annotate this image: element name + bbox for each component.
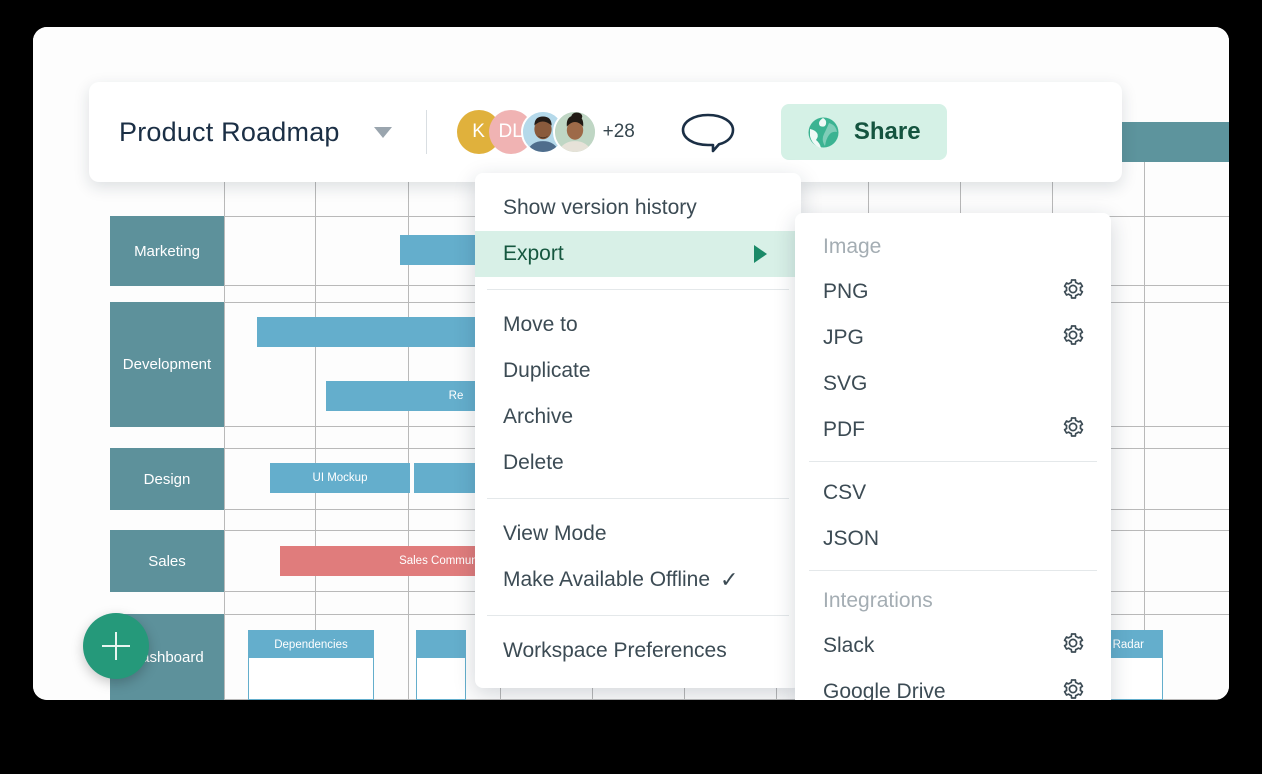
menu-separator bbox=[487, 289, 789, 290]
menu-item-export[interactable]: Export bbox=[475, 231, 801, 277]
menu-item-make-available-offline[interactable]: Make Available Offline ✓ bbox=[475, 557, 801, 603]
gantt-row-label[interactable]: Sales bbox=[110, 530, 224, 592]
comment-button[interactable] bbox=[679, 111, 737, 153]
gear-icon[interactable] bbox=[1061, 631, 1085, 655]
gear-icon[interactable] bbox=[1061, 323, 1085, 347]
menu-item-label: Make Available Offline bbox=[503, 568, 711, 591]
avatar-initials: K bbox=[472, 121, 485, 142]
menu-item-delete[interactable]: Delete bbox=[475, 440, 801, 486]
submenu-item-json[interactable]: JSON bbox=[795, 516, 1111, 562]
submenu-separator bbox=[809, 461, 1097, 462]
menu-item-label: Delete bbox=[503, 451, 564, 474]
gear-icon[interactable] bbox=[1061, 677, 1085, 700]
plus-icon-vertical bbox=[114, 632, 118, 660]
settings-gear-button[interactable] bbox=[1061, 277, 1085, 307]
avatar-initials: DL bbox=[498, 121, 523, 142]
gantt-task-card-title bbox=[417, 631, 465, 658]
caret-right-icon bbox=[754, 245, 767, 263]
submenu-separator bbox=[809, 570, 1097, 571]
gantt-task-bar[interactable]: UI Mockup bbox=[270, 463, 410, 493]
person-photo-icon bbox=[554, 112, 595, 152]
share-button-label: Share bbox=[853, 118, 921, 145]
submenu-item-pdf[interactable]: PDF bbox=[795, 407, 1111, 453]
submenu-item-label: JPG bbox=[823, 326, 864, 349]
menu-item-label: Workspace Preferences bbox=[503, 639, 727, 662]
menu-item-archive[interactable]: Archive bbox=[475, 394, 801, 440]
speech-bubble-icon bbox=[681, 113, 735, 153]
submenu-item-csv[interactable]: CSV bbox=[795, 470, 1111, 516]
menu-item-show-version-history[interactable]: Show version history bbox=[475, 185, 801, 231]
add-item-fab-button[interactable] bbox=[83, 613, 149, 679]
gear-icon[interactable] bbox=[1061, 277, 1085, 301]
app-window: Marketing Development Design Sales Dashboard… bbox=[33, 27, 1229, 700]
export-submenu: Image PNG JPG SVG PDF CSV JSON Integrations Slac… bbox=[795, 213, 1111, 700]
menu-separator bbox=[487, 498, 789, 499]
gantt-row-label[interactable]: Design bbox=[110, 448, 224, 510]
submenu-group-label: Integrations bbox=[823, 589, 933, 612]
document-context-menu: Show version history Export Move to Duplica… bbox=[475, 173, 801, 688]
menu-item-label: Archive bbox=[503, 405, 574, 428]
submenu-item-label: SVG bbox=[823, 372, 868, 395]
submenu-item-png[interactable]: PNG bbox=[795, 269, 1111, 315]
gantt-task-card[interactable] bbox=[416, 630, 466, 700]
submenu-item-label: PNG bbox=[823, 280, 869, 303]
submenu-item-label: Slack bbox=[823, 634, 875, 657]
document-titlebar: Product Roadmap K DL +28 Share bbox=[89, 82, 1122, 182]
globe-icon bbox=[808, 117, 839, 148]
menu-item-workspace-preferences[interactable]: Workspace Preferences bbox=[475, 628, 801, 674]
menu-item-move-to[interactable]: Move to bbox=[475, 302, 801, 348]
gantt-row-label[interactable]: Development bbox=[110, 302, 224, 427]
menu-item-label: Move to bbox=[503, 313, 578, 336]
submenu-item-jpg[interactable]: JPG bbox=[795, 315, 1111, 361]
submenu-item-slack[interactable]: Slack bbox=[795, 623, 1111, 669]
menu-item-label: Show version history bbox=[503, 196, 697, 219]
settings-gear-button[interactable] bbox=[1061, 415, 1085, 445]
gantt-task-card-title: Dependencies bbox=[249, 631, 373, 658]
submenu-item-svg[interactable]: SVG bbox=[795, 361, 1111, 407]
gantt-task-card[interactable]: Dependencies bbox=[248, 630, 374, 700]
submenu-item-label: Google Drive bbox=[823, 680, 946, 700]
share-button[interactable]: Share bbox=[780, 104, 947, 160]
page-title: Product Roadmap bbox=[119, 116, 340, 147]
menu-separator bbox=[487, 615, 789, 616]
submenu-group-label: Image bbox=[823, 235, 882, 258]
menu-item-label: View Mode bbox=[503, 522, 607, 545]
menu-item-label: Export bbox=[503, 242, 564, 265]
settings-gear-button[interactable] bbox=[1061, 677, 1085, 700]
submenu-item-google-drive[interactable]: Google Drive bbox=[795, 669, 1111, 700]
submenu-item-label: CSV bbox=[823, 481, 867, 504]
menu-item-label: Duplicate bbox=[503, 359, 591, 382]
checkmark-icon: ✓ bbox=[720, 567, 739, 592]
avatar-overflow-count[interactable]: +28 bbox=[603, 121, 635, 143]
settings-gear-button[interactable] bbox=[1061, 323, 1085, 353]
menu-item-duplicate[interactable]: Duplicate bbox=[475, 348, 801, 394]
chevron-down-icon[interactable] bbox=[373, 126, 392, 138]
settings-gear-button[interactable] bbox=[1061, 631, 1085, 661]
avatar-photo[interactable] bbox=[552, 110, 597, 154]
collaborator-avatars[interactable]: K DL +28 bbox=[456, 110, 635, 154]
gantt-row-label[interactable]: Marketing bbox=[110, 216, 224, 286]
toolbar-divider bbox=[425, 110, 427, 154]
gear-icon[interactable] bbox=[1061, 415, 1085, 439]
submenu-item-label: PDF bbox=[823, 418, 865, 441]
submenu-item-label: JSON bbox=[823, 527, 880, 550]
menu-item-view-mode[interactable]: View Mode bbox=[475, 511, 801, 557]
